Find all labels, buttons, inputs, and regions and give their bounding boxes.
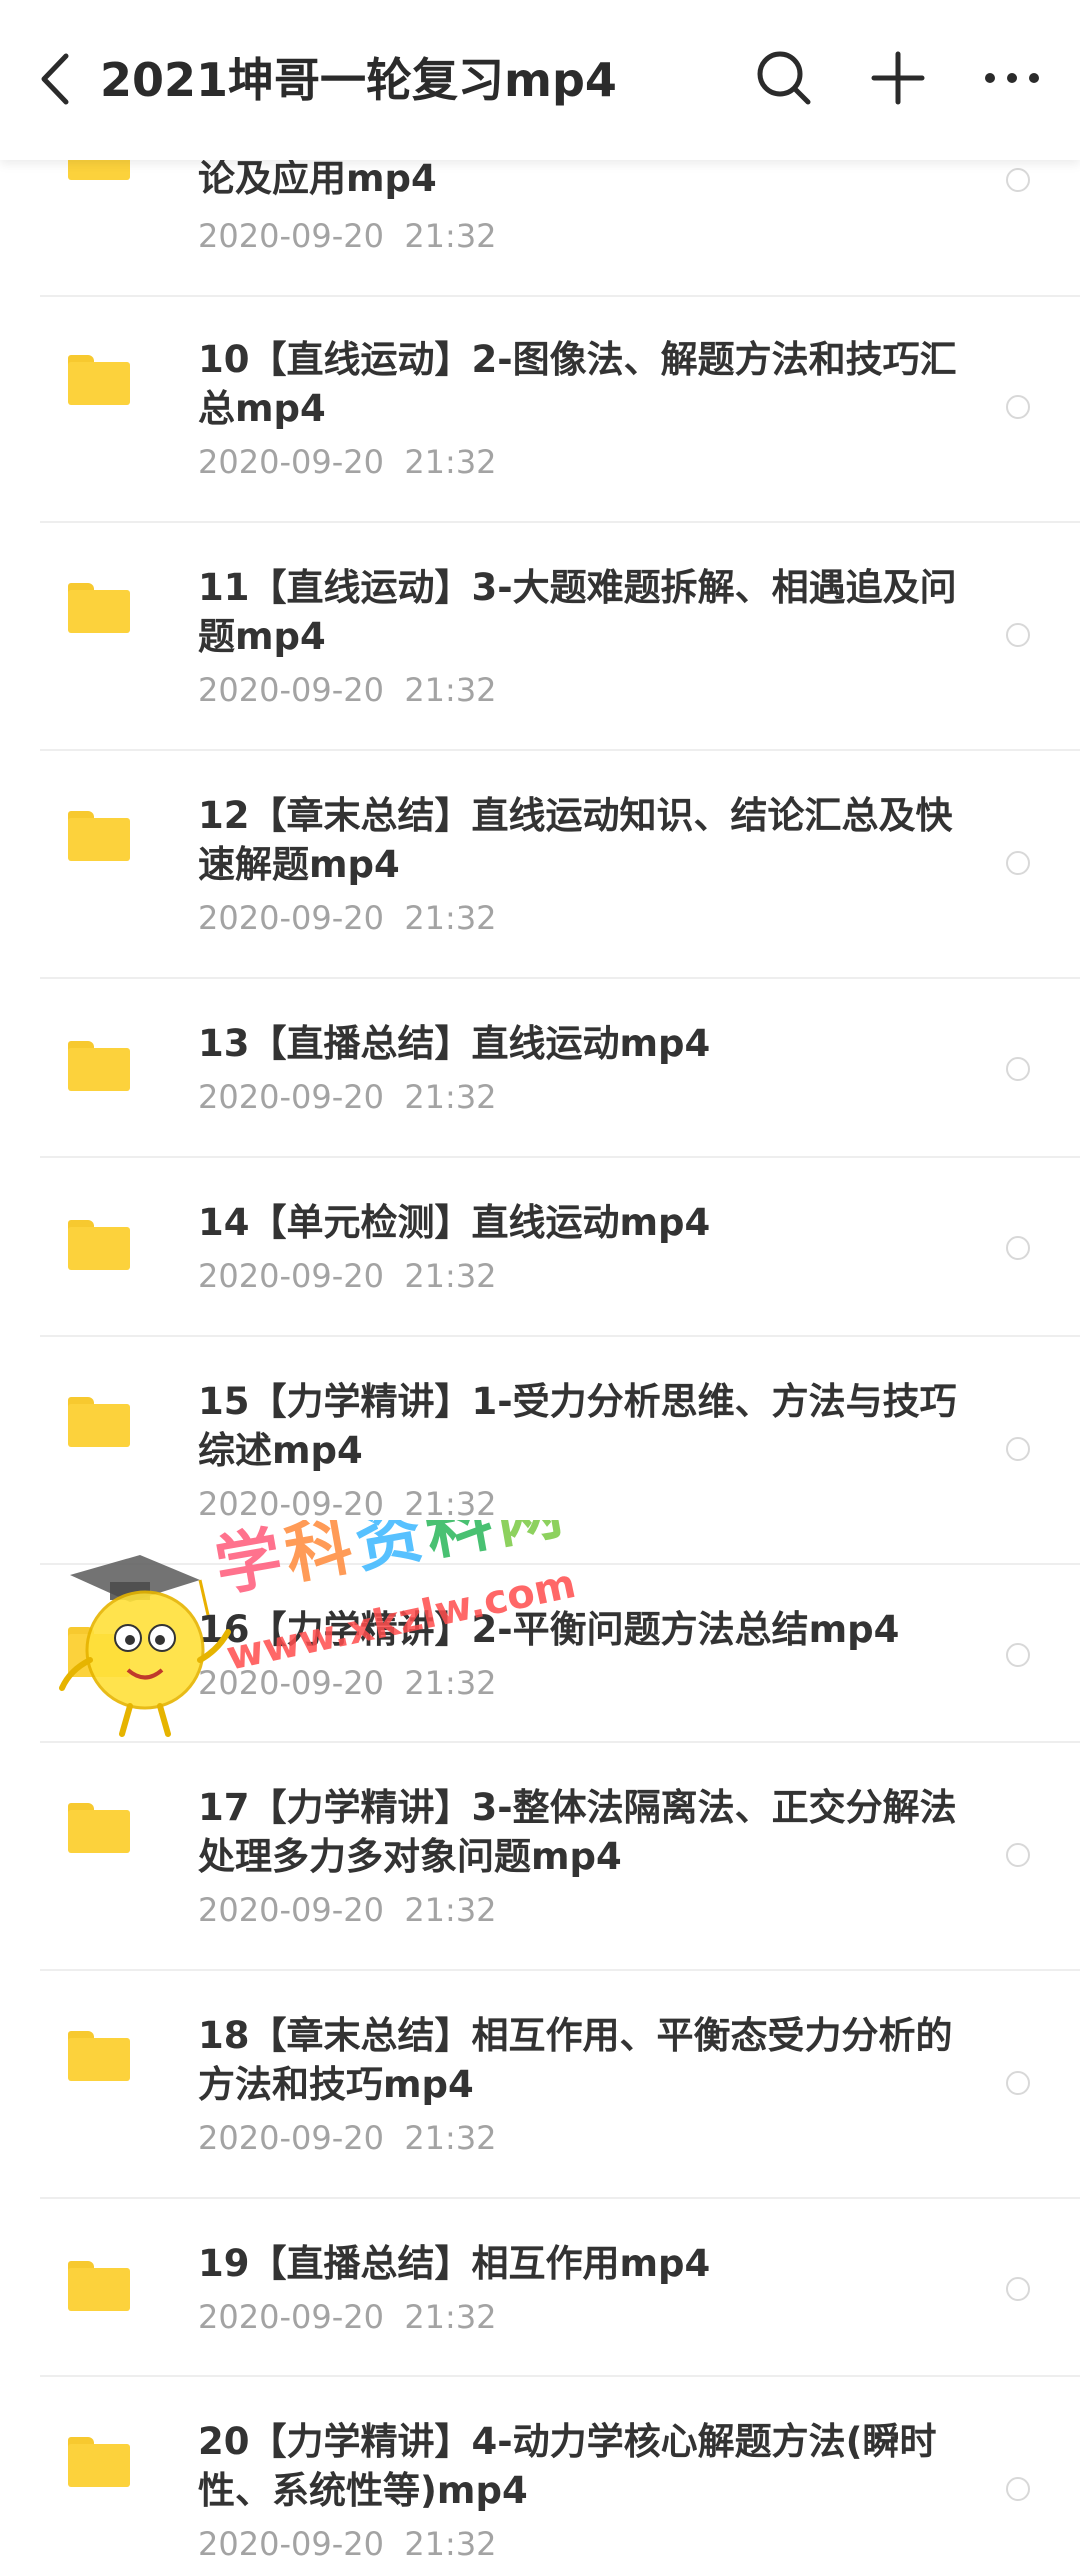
item-date: 2020-09-20 21:32 — [198, 1485, 497, 1523]
app-bar: 2021坤哥一轮复习mp4 — [0, 0, 1080, 160]
item-name: 17【力学精讲】3-整体法隔离法、正交分解法处理多力多对象问题mp4 — [198, 1786, 957, 1878]
item-date: 2020-09-20 21:32 — [198, 2119, 497, 2157]
select-radio[interactable] — [1006, 2277, 1030, 2301]
item-name: 15【力学精讲】1-受力分析思维、方法与技巧综述mp4 — [198, 1380, 957, 1472]
folder-icon — [68, 2437, 130, 2487]
item-date: 2020-09-20 21:32 — [198, 671, 497, 709]
select-radio[interactable] — [1006, 1643, 1030, 1667]
item-name: 20【力学精讲】4-动力学核心解题方法(瞬时性、系统性等)mp4 — [198, 2420, 937, 2512]
item-date: 2020-09-20 21:32 — [198, 1664, 497, 1702]
folder-icon — [68, 1220, 130, 1270]
item-date: 2020-09-20 21:32 — [198, 1891, 497, 1929]
item-name: 11【直线运动】3-大题难题拆解、相遇追及问题mp4 — [198, 566, 957, 658]
search-icon — [757, 51, 811, 105]
folder-icon — [68, 2261, 130, 2311]
folder-icon — [68, 1397, 130, 1447]
item-date: 2020-09-20 21:32 — [198, 1257, 497, 1295]
list-item[interactable]: 11【直线运动】3-大题难题拆解、相遇追及问题mp4 2020-09-20 21… — [0, 523, 1080, 751]
list-item[interactable]: 18【章末总结】相互作用、平衡态受力分析的方法和技巧mp4 2020-09-20… — [0, 1971, 1080, 2199]
item-name: 16【力学精讲】2-平衡问题方法总结mp4 — [198, 1608, 900, 1651]
select-radio[interactable] — [1006, 851, 1030, 875]
item-name: 13【直播总结】直线运动mp4 — [198, 1022, 711, 1065]
more-dots-icon — [985, 73, 1039, 83]
item-name: 12【章末总结】直线运动知识、结论汇总及快速解题mp4 — [198, 794, 953, 886]
list-item[interactable]: 20【力学精讲】4-动力学核心解题方法(瞬时性、系统性等)mp4 2020-09… — [0, 2377, 1080, 2558]
list-item[interactable]: 19【直播总结】相互作用mp4 2020-09-20 21:32 — [0, 2199, 1080, 2377]
select-radio[interactable] — [1006, 1057, 1030, 1081]
list-item[interactable]: 15【力学精讲】1-受力分析思维、方法与技巧综述mp4 2020-09-20 2… — [0, 1337, 1080, 1565]
folder-icon — [68, 811, 130, 861]
more-button[interactable] — [980, 46, 1044, 110]
select-radio[interactable] — [1006, 1236, 1030, 1260]
folder-icon — [68, 583, 130, 633]
item-date: 2020-09-20 21:32 — [198, 2298, 497, 2336]
list-item[interactable]: 12【章末总结】直线运动知识、结论汇总及快速解题mp4 2020-09-20 2… — [0, 751, 1080, 979]
item-date: 2020-09-20 21:32 — [198, 2525, 497, 2558]
select-radio[interactable] — [1006, 1843, 1030, 1867]
select-radio[interactable] — [1006, 2477, 1030, 2501]
search-button[interactable] — [752, 46, 816, 110]
back-button[interactable] — [28, 44, 88, 114]
plus-icon — [871, 51, 925, 105]
select-radio[interactable] — [1006, 395, 1030, 419]
page-title: 2021坤哥一轮复习mp4 — [100, 53, 617, 107]
file-list: 论及应用mp4 2020-09-20 21:32 10【直线运动】2-图像法、解… — [0, 0, 1080, 2558]
folder-icon — [68, 355, 130, 405]
list-item[interactable]: 17【力学精讲】3-整体法隔离法、正交分解法处理多力多对象问题mp4 2020-… — [0, 1743, 1080, 1971]
select-radio[interactable] — [1006, 1437, 1030, 1461]
item-date: 2020-09-20 21:32 — [198, 1078, 497, 1116]
select-radio[interactable] — [1006, 623, 1030, 647]
add-button[interactable] — [866, 46, 930, 110]
select-radio[interactable] — [1006, 168, 1030, 192]
item-name: 14【单元检测】直线运动mp4 — [198, 1201, 711, 1244]
folder-icon — [68, 1803, 130, 1853]
folder-icon — [68, 2031, 130, 2081]
back-arrow-icon — [41, 53, 69, 105]
item-date: 2020-09-20 21:32 — [198, 217, 497, 255]
list-item[interactable]: 14【单元检测】直线运动mp4 2020-09-20 21:32 — [0, 1158, 1080, 1337]
list-item[interactable]: 16【力学精讲】2-平衡问题方法总结mp4 2020-09-20 21:32 — [0, 1565, 1080, 1743]
item-name: 10【直线运动】2-图像法、解题方法和技巧汇总mp4 — [198, 338, 957, 430]
folder-icon — [68, 1041, 130, 1091]
list-item[interactable]: 10【直线运动】2-图像法、解题方法和技巧汇总mp4 2020-09-20 21… — [0, 297, 1080, 523]
select-radio[interactable] — [1006, 2071, 1030, 2095]
folder-icon — [68, 1627, 130, 1677]
item-date: 2020-09-20 21:32 — [198, 443, 497, 481]
item-name: 论及应用mp4 — [198, 157, 437, 200]
list-item[interactable]: 13【直播总结】直线运动mp4 2020-09-20 21:32 — [0, 979, 1080, 1158]
item-name: 18【章末总结】相互作用、平衡态受力分析的方法和技巧mp4 — [198, 2014, 953, 2106]
item-name: 19【直播总结】相互作用mp4 — [198, 2242, 711, 2285]
item-date: 2020-09-20 21:32 — [198, 899, 497, 937]
